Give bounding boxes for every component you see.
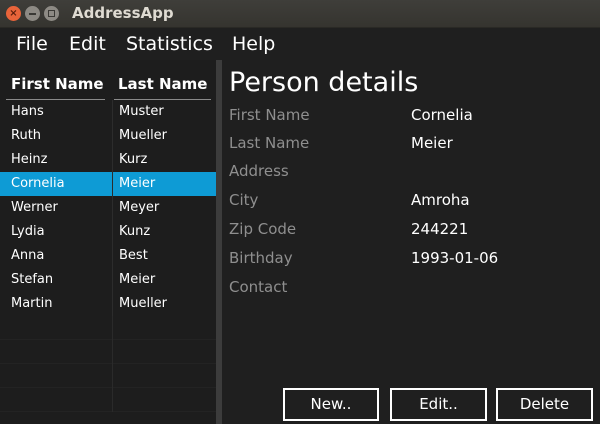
menu-edit[interactable]: Edit [69,33,106,55]
column-divider [112,148,113,172]
column-divider [112,316,113,340]
table-row[interactable]: Cornelia Meier [0,172,216,196]
column-divider [112,340,113,364]
cell-first-name: Lydia [11,224,45,239]
minimize-icon[interactable] [25,6,40,21]
cell-last-name: Meyer [119,200,160,215]
delete-button[interactable]: Delete [496,388,593,421]
cell-first-name: Martin [11,296,53,311]
table-row[interactable]: Stefan Meier [0,268,216,292]
value-birthday: 1993-01-06 [411,249,499,267]
person-details-pane: Person details First Name Cornelia Last … [222,60,600,424]
column-header-first-name[interactable]: First Name [11,75,104,93]
label-last-name: Last Name [229,134,310,152]
column-divider [112,244,113,268]
column-divider [112,196,113,220]
table-row[interactable]: Martin Mueller [0,292,216,316]
cell-last-name: Mueller [119,296,168,311]
cell-first-name: Anna [11,248,45,263]
cell-last-name: Kurz [119,152,148,167]
cell-first-name: Stefan [11,272,54,287]
column-divider [112,124,113,148]
new-button[interactable]: New.. [283,388,379,421]
edit-button[interactable]: Edit.. [390,388,487,421]
table-row[interactable]: Hans Muster [0,100,216,124]
table-row[interactable]: Anna Best [0,244,216,268]
cell-first-name: Werner [11,200,58,215]
value-zip-code: 244221 [411,220,469,238]
cell-last-name: Kunz [119,224,151,239]
label-address: Address [229,162,289,180]
cell-last-name: Meier [119,272,156,287]
table-body: Hans Muster Ruth Mueller Heinz Kurz Cornelia Me… [0,100,216,412]
menu-statistics[interactable]: Statistics [126,33,213,55]
column-header-last-name[interactable]: Last Name [118,75,207,93]
person-table[interactable]: First Name Last Name Hans Muster Ruth Muell… [0,60,216,424]
maximize-icon[interactable] [44,6,59,21]
table-header: First Name Last Name [0,60,216,102]
details-title: Person details [229,67,419,98]
empty-row [0,316,216,340]
menu-help[interactable]: Help [232,33,275,55]
column-divider [112,100,113,124]
cell-last-name: Muster [119,104,164,119]
table-row[interactable]: Lydia Kunz [0,220,216,244]
label-first-name: First Name [229,106,310,124]
window-title: AddressApp [72,4,174,22]
label-city: City [229,191,259,209]
column-divider [112,172,113,196]
empty-row [0,388,216,412]
column-divider [112,364,113,388]
value-city: Amroha [411,191,470,209]
cell-first-name: Hans [11,104,44,119]
close-icon[interactable]: × [6,6,21,21]
table-row[interactable]: Werner Meyer [0,196,216,220]
cell-last-name: Meier [119,176,156,191]
table-row[interactable]: Ruth Mueller [0,124,216,148]
menu-file[interactable]: File [16,33,48,55]
empty-row [0,364,216,388]
cell-first-name: Cornelia [11,176,65,191]
table-row[interactable]: Heinz Kurz [0,148,216,172]
cell-first-name: Ruth [11,128,42,143]
window-titlebar: × AddressApp [0,0,600,28]
cell-first-name: Heinz [11,152,48,167]
column-divider [112,388,113,412]
empty-row [0,340,216,364]
column-divider [112,220,113,244]
cell-last-name: Mueller [119,128,168,143]
label-zip-code: Zip Code [229,220,297,238]
menu-bar: File Edit Statistics Help [0,28,600,60]
value-last-name: Meier [411,134,453,152]
column-divider [112,268,113,292]
value-first-name: Cornelia [411,106,473,124]
label-contact: Contact [229,278,288,296]
cell-last-name: Best [119,248,148,263]
label-birthday: Birthday [229,249,293,267]
column-divider [112,292,113,316]
